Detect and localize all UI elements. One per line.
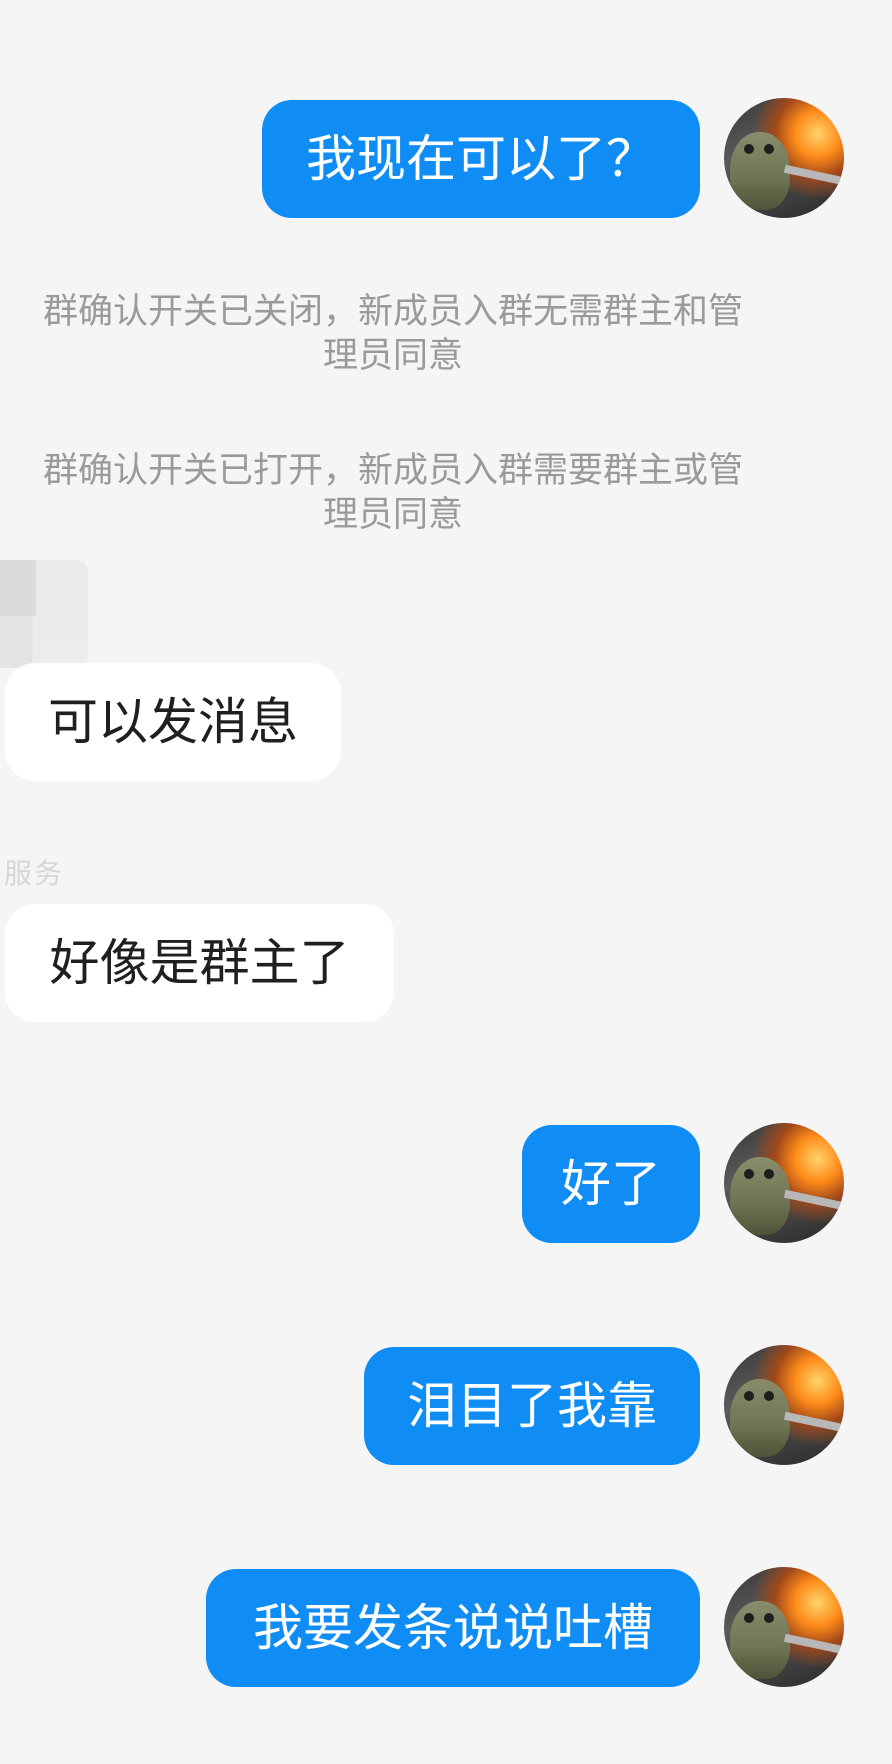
my-avatar-icon[interactable] — [724, 1567, 844, 1687]
my-avatar-icon[interactable] — [724, 1123, 844, 1243]
system-notice-line: 群确认开关已打开，新成员入群需要群主或管 — [42, 451, 743, 491]
outgoing-message-bubble[interactable]: 泪目了我靠 — [364, 1347, 700, 1465]
system-notice-line: 群确认开关已关闭，新成员入群无需群主和管 — [42, 292, 743, 332]
my-avatar-icon[interactable] — [724, 1345, 844, 1465]
message-text: 好像是群主了 — [49, 934, 350, 992]
my-avatar-icon[interactable] — [724, 98, 844, 218]
system-notice-line: 理员同意 — [322, 495, 463, 535]
system-notice: 群确认开关已关闭，新成员入群无需群主和管 理员同意 — [0, 290, 828, 378]
system-notice: 群确认开关已打开，新成员入群需要群主或管 理员同意 — [0, 449, 828, 537]
outgoing-message-bubble[interactable]: 好了 — [522, 1125, 700, 1243]
system-notice-line: 理员同意 — [322, 336, 463, 376]
sender-name: 服务 — [4, 857, 65, 890]
outgoing-message-bubble[interactable]: 我现在可以了？ — [262, 100, 700, 218]
outgoing-message-bubble[interactable]: 我要发条说说吐槽 — [206, 1569, 700, 1687]
incoming-message-bubble[interactable]: 好像是群主了 — [5, 904, 394, 1022]
blurred-avatar-icon[interactable] — [0, 560, 88, 668]
message-text: 好了 — [561, 1155, 661, 1213]
message-text: 泪目了我靠 — [407, 1377, 657, 1435]
message-text: 可以发消息 — [48, 693, 298, 751]
message-text: 我现在可以了？ — [306, 130, 656, 188]
incoming-message-bubble[interactable]: 可以发消息 — [5, 663, 341, 781]
message-text: 我要发条说说吐槽 — [253, 1599, 653, 1657]
